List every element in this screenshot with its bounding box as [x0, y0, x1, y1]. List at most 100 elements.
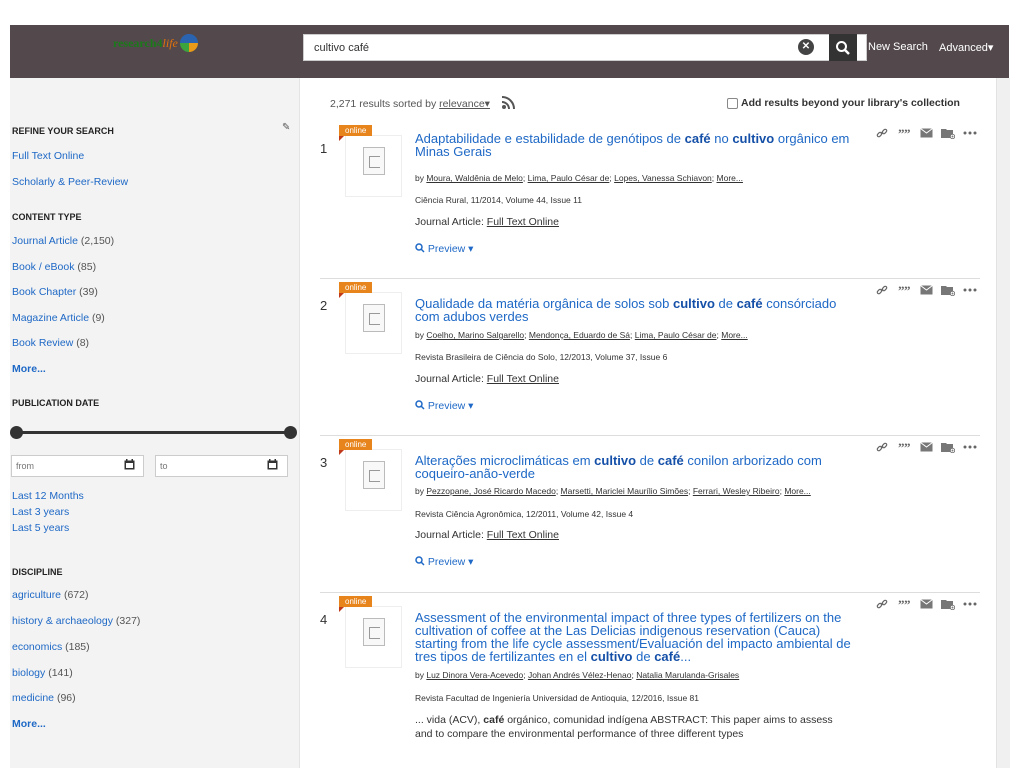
- content-more-link[interactable]: More...: [12, 363, 46, 375]
- email-icon[interactable]: [919, 126, 933, 140]
- result-source: Ciência Rural, 11/2014, Volume 44, Issue…: [415, 195, 582, 205]
- scrollbar[interactable]: [996, 78, 1010, 768]
- year-last-5-years[interactable]: Last 5 years: [12, 522, 69, 534]
- author-link[interactable]: Lopes, Vanessa Schiavon: [614, 173, 712, 183]
- result-number: 4: [320, 612, 328, 627]
- filter-full-text[interactable]: Full Text Online: [12, 150, 84, 162]
- email-icon[interactable]: [919, 597, 933, 611]
- document-icon: [363, 461, 385, 489]
- author-link[interactable]: Pezzopane, José Ricardo Macedo: [426, 486, 555, 496]
- email-icon[interactable]: [919, 440, 933, 454]
- content-book-chapter[interactable]: Book Chapter (39): [12, 286, 98, 298]
- more-authors-link[interactable]: More...: [717, 173, 743, 183]
- discipline-medicine[interactable]: medicine (96): [12, 692, 76, 704]
- edit-pencil-icon[interactable]: ✎: [282, 122, 290, 133]
- date-slider-max-handle[interactable]: [284, 426, 297, 439]
- preview-toggle[interactable]: Preview ▾: [415, 556, 473, 568]
- date-slider-track[interactable]: [13, 431, 290, 434]
- advanced-dropdown[interactable]: Advanced▾: [939, 41, 993, 54]
- sidebar: REFINE YOUR SEARCH ✎ Full Text Online Sc…: [10, 78, 300, 768]
- author-link[interactable]: Johan Andrés Vélez-Henao: [528, 670, 632, 680]
- calendar-icon[interactable]: [124, 459, 135, 470]
- author-link[interactable]: Natalia Marulanda-Grisales: [636, 670, 739, 680]
- content-book[interactable]: Book / eBook (85): [12, 261, 96, 273]
- facet-label: Magazine Article: [12, 312, 90, 324]
- email-icon[interactable]: [919, 283, 933, 297]
- logo[interactable]: research4 life: [113, 34, 198, 52]
- discipline-agriculture[interactable]: agriculture (672): [12, 589, 88, 601]
- beyond-collection-label: Add results beyond your library's collec…: [741, 97, 960, 109]
- more-authors-link[interactable]: More...: [721, 330, 747, 340]
- more-options-icon[interactable]: [963, 597, 977, 611]
- document-icon: [363, 147, 385, 175]
- folder-icon[interactable]: [941, 597, 955, 611]
- content-book-review[interactable]: Book Review (8): [12, 337, 89, 349]
- rss-icon[interactable]: [501, 96, 517, 110]
- full-text-link[interactable]: Full Text Online: [487, 529, 559, 541]
- full-text-link[interactable]: Full Text Online: [487, 373, 559, 385]
- clear-search-icon[interactable]: ✕: [798, 39, 814, 55]
- cite-icon[interactable]: ””: [897, 440, 911, 454]
- folder-icon[interactable]: [941, 283, 955, 297]
- facet-label: economics: [12, 641, 63, 653]
- author-link[interactable]: Lima, Paulo César de: [635, 330, 717, 340]
- search-button[interactable]: [829, 34, 857, 61]
- search-input[interactable]: [303, 34, 867, 61]
- result-actions: ””: [875, 283, 985, 297]
- result-title[interactable]: Adaptabilidade e estabilidade de genótip…: [415, 132, 855, 158]
- author-link[interactable]: Moura, Waldênia de Melo: [426, 173, 523, 183]
- beyond-collection-checkbox[interactable]: Add results beyond your library's collec…: [727, 97, 960, 109]
- discipline-history[interactable]: history & archaeology (327): [12, 615, 140, 627]
- discipline-biology[interactable]: biology (141): [12, 667, 73, 679]
- link-icon[interactable]: [875, 126, 889, 140]
- author-link[interactable]: Ferrari, Wesley Ribeiro: [693, 486, 780, 496]
- author-link[interactable]: Mendonça, Eduardo de Sá: [529, 330, 630, 340]
- more-options-icon[interactable]: [963, 126, 977, 140]
- badge-corner: [339, 136, 344, 141]
- date-slider-min-handle[interactable]: [10, 426, 23, 439]
- cite-icon[interactable]: ””: [897, 597, 911, 611]
- filter-scholarly[interactable]: Scholarly & Peer-Review: [12, 176, 128, 188]
- more-options-icon[interactable]: [963, 440, 977, 454]
- content-magazine[interactable]: Magazine Article (9): [12, 312, 105, 324]
- result-title[interactable]: Assessment of the environmental impact o…: [415, 611, 855, 663]
- link-icon[interactable]: [875, 597, 889, 611]
- link-icon[interactable]: [875, 440, 889, 454]
- result-thumbnail[interactable]: [345, 292, 402, 354]
- online-badge: online: [339, 125, 373, 136]
- discipline-more-link[interactable]: More...: [12, 718, 46, 730]
- result-title[interactable]: Alterações microclimáticas em cultivo de…: [415, 454, 855, 480]
- cite-icon[interactable]: ””: [897, 126, 911, 140]
- content-journal[interactable]: Journal Article (2,150): [12, 235, 114, 247]
- author-link[interactable]: Luz Dinora Vera-Acevedo: [426, 670, 523, 680]
- author-link[interactable]: Lima, Paulo César de: [528, 173, 610, 183]
- calendar-icon[interactable]: [267, 459, 278, 470]
- checkbox-box[interactable]: [727, 97, 738, 109]
- more-options-icon[interactable]: [963, 283, 977, 297]
- more-authors-link[interactable]: More...: [784, 486, 810, 496]
- result-actions: ””: [875, 126, 985, 140]
- facet-count: (8): [76, 337, 90, 349]
- new-search-link[interactable]: New Search: [868, 41, 928, 53]
- result-number: 2: [320, 298, 328, 313]
- cite-icon[interactable]: ””: [897, 283, 911, 297]
- result-actions: ””: [875, 597, 985, 611]
- preview-toggle[interactable]: Preview ▾: [415, 400, 473, 412]
- results-summary: 2,271 results sorted by relevance▾: [330, 96, 517, 110]
- preview-toggle[interactable]: Preview ▾: [415, 243, 473, 255]
- year-last-12-months[interactable]: Last 12 Months: [12, 490, 84, 502]
- author-link[interactable]: Marsetti, Mariclei Maurílio Simões: [561, 486, 689, 496]
- folder-icon[interactable]: [941, 126, 955, 140]
- discipline-economics[interactable]: economics (185): [12, 641, 90, 653]
- result-thumbnail[interactable]: [345, 449, 402, 511]
- folder-icon[interactable]: [941, 440, 955, 454]
- result-title[interactable]: Qualidade da matéria orgânica de solos s…: [415, 297, 855, 323]
- link-icon[interactable]: [875, 283, 889, 297]
- sort-dropdown[interactable]: relevance▾: [439, 98, 490, 110]
- full-text-link[interactable]: Full Text Online: [487, 216, 559, 228]
- year-last-3-years[interactable]: Last 3 years: [12, 506, 69, 518]
- result-thumbnail[interactable]: [345, 135, 402, 197]
- result-thumbnail[interactable]: [345, 606, 402, 668]
- result-actions: ””: [875, 440, 985, 454]
- author-link[interactable]: Coelho, Marino Salgarello: [426, 330, 524, 340]
